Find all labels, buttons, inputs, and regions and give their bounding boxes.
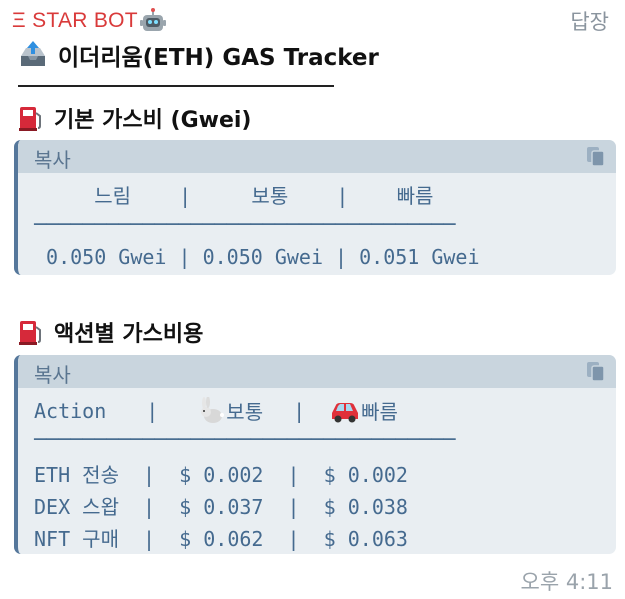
section-title-action-gas: 액션별 가스비용 [18, 316, 203, 348]
message-header: Ξ STAR BOT 답장 [0, 0, 625, 40]
fast-column-label: 빠름 [361, 400, 398, 424]
section-title-base-gas: 기본 가스비 (Gwei) [18, 102, 251, 134]
code-line-divider: ─────────────────────────────────── [34, 212, 456, 236]
fuel-pump-icon [19, 107, 41, 131]
rabbit-icon [201, 396, 225, 423]
code-line-eth-transfer: ETH 전송 | $ 0.002 | $ 0.002 [34, 463, 408, 487]
action-column-label: Action [34, 398, 107, 423]
fuel-pump-icon [19, 321, 41, 345]
column-separator: | [146, 398, 159, 423]
normal-column-label: 보통 [226, 400, 264, 424]
copy-icon[interactable] [586, 146, 606, 168]
code-block-header: 복사 [18, 140, 616, 173]
code-block-header: 복사 [18, 355, 616, 388]
code-line-values: 0.050 Gwei | 0.050 Gwei | 0.051 Gwei [34, 245, 480, 269]
section-title-text: 기본 가스비 (Gwei) [54, 108, 252, 133]
outbox-tray-icon [21, 41, 45, 66]
message-title: 이더리움(ETH) GAS Tracker [18, 38, 379, 72]
bot-name-link[interactable]: Ξ STAR BOT [12, 8, 166, 34]
code-line-header: Action | 보통 | 빠름 [34, 396, 398, 425]
code-line-dex-swap: DEX 스왑 | $ 0.037 | $ 0.038 [34, 495, 408, 519]
car-icon [332, 402, 359, 422]
reply-button[interactable]: 답장 [570, 6, 609, 36]
message-timestamp: 오후 4:11 [520, 570, 613, 594]
title-divider [18, 85, 334, 87]
code-line-nft-purchase: NFT 구매 | $ 0.062 | $ 0.063 [34, 527, 408, 551]
column-separator: | [293, 398, 306, 423]
robot-face-icon [139, 8, 166, 31]
copy-label: 복사 [34, 148, 71, 172]
code-block-action-gas[interactable]: 복사 Action | 보통 | 빠름 ────────────────────… [14, 355, 616, 554]
code-block-base-gas[interactable]: 복사 느림 | 보통 | 빠름 ────────────────────────… [14, 140, 616, 275]
copy-label: 복사 [34, 363, 71, 387]
code-line-divider: ─────────────────────────────────── [34, 427, 456, 451]
code-line-header: 느림 | 보통 | 빠름 [34, 184, 434, 208]
section-title-text: 액션별 가스비용 [54, 322, 204, 347]
copy-icon[interactable] [586, 361, 606, 383]
page-title: 이더리움(ETH) GAS Tracker [58, 45, 379, 71]
bot-name: Ξ STAR BOT [12, 9, 138, 32]
